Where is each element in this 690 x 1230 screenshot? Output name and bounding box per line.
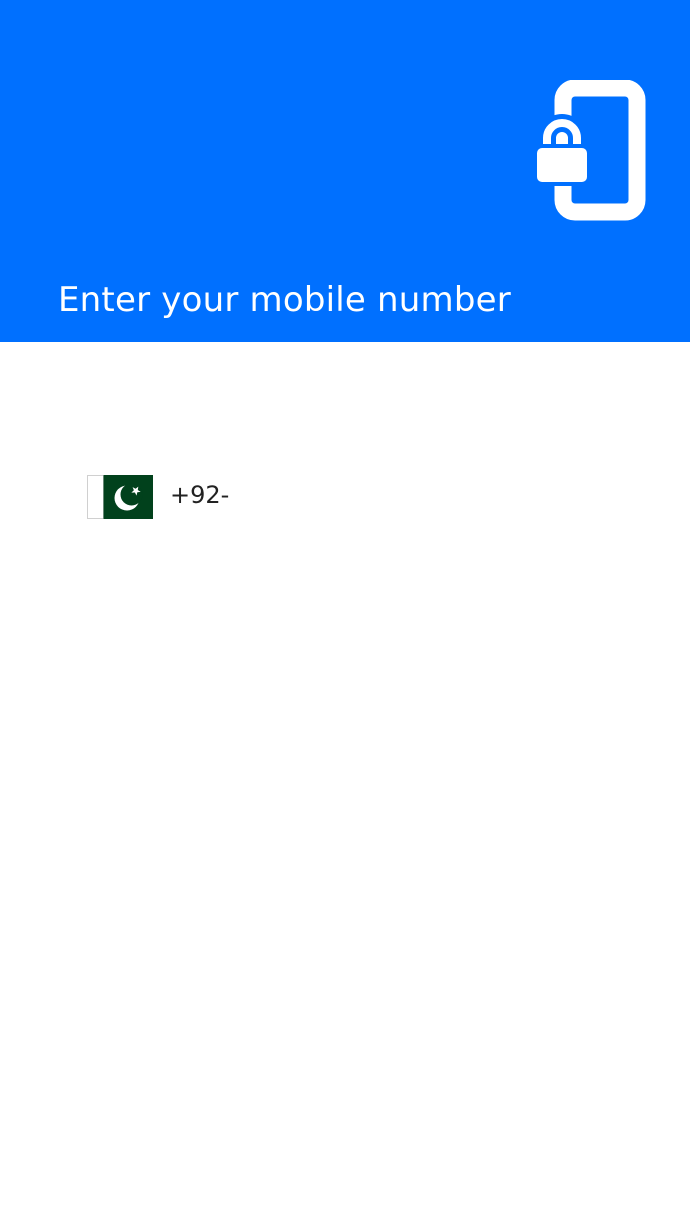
phone-lock-icon [535,80,646,221]
page-title: Enter your mobile number [58,280,511,320]
phone-number-row[interactable]: +92- [87,474,229,520]
header-banner: Enter your mobile number [0,0,690,342]
country-code-prefix[interactable]: +92- [170,473,229,517]
pakistan-flag-icon[interactable] [87,475,153,519]
